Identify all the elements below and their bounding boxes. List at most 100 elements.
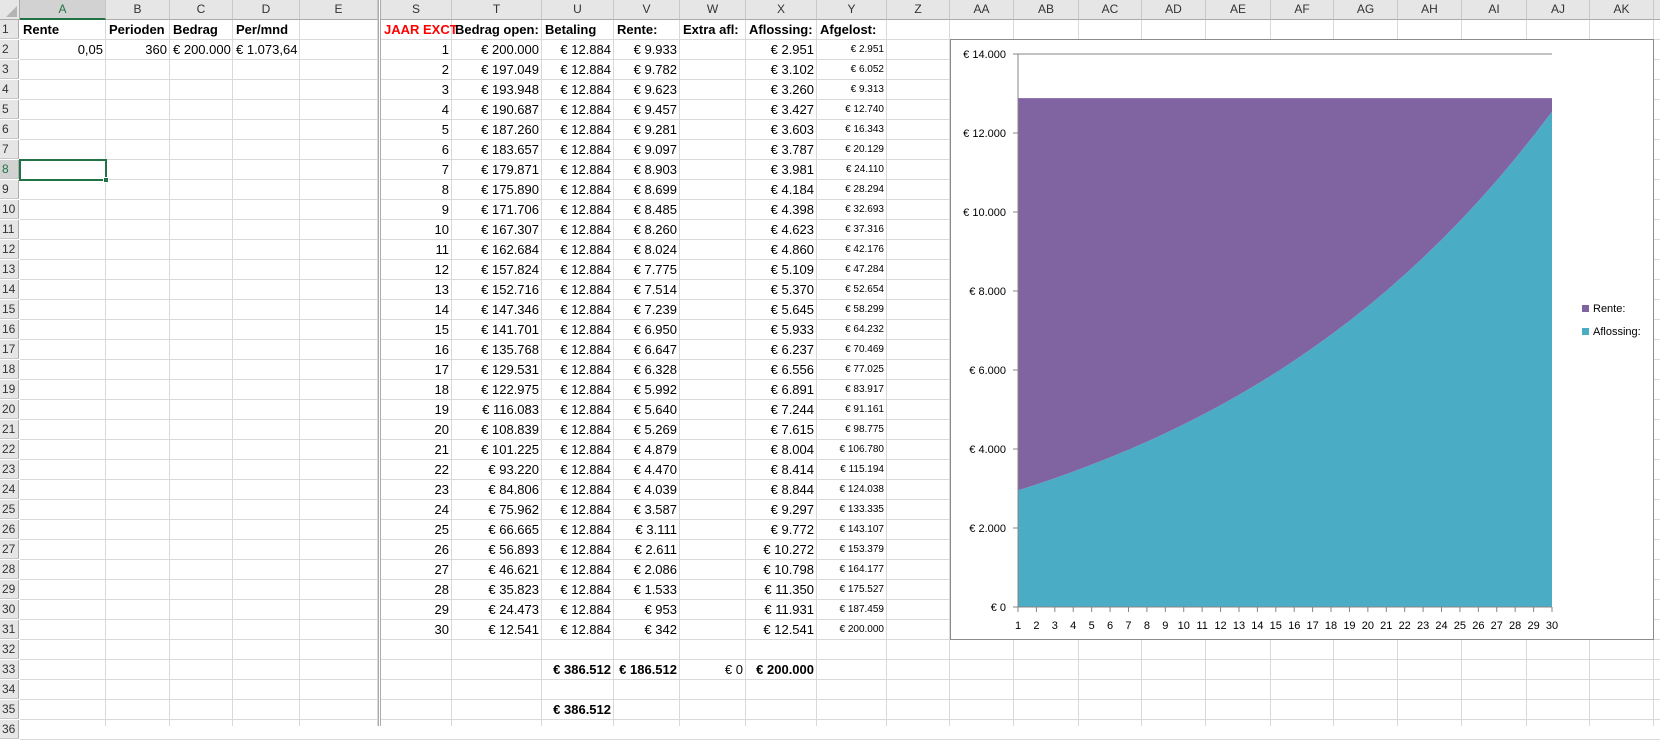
table-cell-x[interactable]: € 10.272 (746, 540, 817, 560)
table-cell-y[interactable]: € 9.313 (817, 80, 887, 100)
table-cell-x[interactable]: € 3.102 (746, 60, 817, 80)
table-cell-u[interactable]: € 12.884 (542, 220, 614, 240)
row-header-4[interactable]: 4 (0, 80, 19, 99)
total-aflossing[interactable]: € 200.000 (746, 660, 817, 680)
row-header-22[interactable]: 22 (0, 440, 19, 459)
table-cell-u[interactable]: € 12.884 (542, 340, 614, 360)
column-header-ac[interactable]: AC (1079, 0, 1142, 20)
table-cell-y[interactable]: € 64.232 (817, 320, 887, 340)
column-header-a[interactable]: A (20, 0, 106, 20)
table-cell-u[interactable]: € 12.884 (542, 300, 614, 320)
table-cell-s[interactable]: 6 (381, 140, 452, 160)
table-cell-t[interactable]: € 179.871 (452, 160, 542, 180)
table-cell-s[interactable]: 28 (381, 580, 452, 600)
row-header-25[interactable]: 25 (0, 500, 19, 519)
table-cell-v[interactable]: € 4.039 (614, 480, 680, 500)
table-header-x[interactable]: Aflossing: (746, 20, 817, 40)
table-cell-t[interactable]: € 12.541 (452, 620, 542, 640)
selected-cell-a8[interactable] (19, 159, 107, 181)
column-header-aa[interactable]: AA (950, 0, 1014, 20)
table-cell-u[interactable]: € 12.884 (542, 100, 614, 120)
table-cell-x[interactable]: € 10.798 (746, 560, 817, 580)
table-cell-s[interactable]: 25 (381, 520, 452, 540)
row-header-12[interactable]: 12 (0, 240, 19, 259)
table-cell-v[interactable]: € 8.260 (614, 220, 680, 240)
table-cell-t[interactable]: € 129.531 (452, 360, 542, 380)
table-cell-v[interactable]: € 9.933 (614, 40, 680, 60)
input-value-d[interactable]: € 1.073,64 (233, 40, 300, 60)
row-header-34[interactable]: 34 (0, 680, 19, 699)
table-cell-x[interactable]: € 3.427 (746, 100, 817, 120)
column-header-c[interactable]: C (170, 0, 233, 20)
table-cell-y[interactable]: € 20.129 (817, 140, 887, 160)
table-cell-t[interactable]: € 147.346 (452, 300, 542, 320)
table-cell-x[interactable]: € 4.623 (746, 220, 817, 240)
table-cell-y[interactable]: € 115.194 (817, 460, 887, 480)
table-cell-x[interactable]: € 3.787 (746, 140, 817, 160)
table-cell-u[interactable]: € 12.884 (542, 280, 614, 300)
column-header-ab[interactable]: AB (1014, 0, 1079, 20)
table-cell-y[interactable]: € 98.775 (817, 420, 887, 440)
table-cell-s[interactable]: 22 (381, 460, 452, 480)
input-header-d[interactable]: Per/mnd (233, 20, 300, 40)
table-cell-s[interactable]: 30 (381, 620, 452, 640)
row-header-9[interactable]: 9 (0, 180, 19, 199)
table-cell-t[interactable]: € 141.701 (452, 320, 542, 340)
table-cell-s[interactable]: 4 (381, 100, 452, 120)
table-cell-y[interactable]: € 2.951 (817, 40, 887, 60)
table-cell-u[interactable]: € 12.884 (542, 60, 614, 80)
table-cell-x[interactable]: € 4.860 (746, 240, 817, 260)
row-header-23[interactable]: 23 (0, 460, 19, 479)
table-cell-t[interactable]: € 75.962 (452, 500, 542, 520)
table-header-v[interactable]: Rente: (614, 20, 680, 40)
table-cell-u[interactable]: € 12.884 (542, 40, 614, 60)
table-cell-v[interactable]: € 2.086 (614, 560, 680, 580)
table-cell-v[interactable]: € 3.587 (614, 500, 680, 520)
table-cell-t[interactable]: € 162.684 (452, 240, 542, 260)
table-cell-s[interactable]: 24 (381, 500, 452, 520)
table-header-s[interactable]: JAAR EXCT (381, 20, 458, 40)
table-cell-x[interactable]: € 5.370 (746, 280, 817, 300)
table-cell-x[interactable]: € 12.541 (746, 620, 817, 640)
table-cell-v[interactable]: € 6.647 (614, 340, 680, 360)
table-cell-s[interactable]: 21 (381, 440, 452, 460)
input-header-a[interactable]: Rente (20, 20, 106, 40)
table-cell-s[interactable]: 12 (381, 260, 452, 280)
table-cell-y[interactable]: € 200.000 (817, 620, 887, 640)
row-header-17[interactable]: 17 (0, 340, 19, 359)
row-header-6[interactable]: 6 (0, 120, 19, 139)
column-header-ae[interactable]: AE (1206, 0, 1271, 20)
table-cell-v[interactable]: € 6.328 (614, 360, 680, 380)
table-cell-x[interactable]: € 5.933 (746, 320, 817, 340)
table-cell-x[interactable]: € 6.556 (746, 360, 817, 380)
table-cell-x[interactable]: € 3.981 (746, 160, 817, 180)
table-cell-x[interactable]: € 6.237 (746, 340, 817, 360)
row-header-2[interactable]: 2 (0, 40, 19, 59)
table-header-t[interactable]: Bedrag open: (452, 20, 542, 40)
table-cell-y[interactable]: € 24.110 (817, 160, 887, 180)
table-cell-u[interactable]: € 12.884 (542, 500, 614, 520)
table-cell-x[interactable]: € 7.244 (746, 400, 817, 420)
table-cell-u[interactable]: € 12.884 (542, 200, 614, 220)
column-header-u[interactable]: U (542, 0, 614, 20)
table-cell-v[interactable]: € 953 (614, 600, 680, 620)
table-cell-t[interactable]: € 108.839 (452, 420, 542, 440)
table-cell-x[interactable]: € 5.645 (746, 300, 817, 320)
table-cell-t[interactable]: € 84.806 (452, 480, 542, 500)
table-cell-x[interactable]: € 8.844 (746, 480, 817, 500)
table-cell-u[interactable]: € 12.884 (542, 240, 614, 260)
table-cell-u[interactable]: € 12.884 (542, 480, 614, 500)
table-cell-s[interactable]: 1 (381, 40, 452, 60)
table-cell-t[interactable]: € 35.823 (452, 580, 542, 600)
fill-handle[interactable] (103, 177, 109, 183)
row-header-8[interactable]: 8 (0, 160, 19, 179)
table-cell-v[interactable]: € 9.457 (614, 100, 680, 120)
total-rente[interactable]: € 186.512 (614, 660, 680, 680)
total-betaling-check[interactable]: € 386.512 (542, 700, 614, 720)
table-cell-t[interactable]: € 56.893 (452, 540, 542, 560)
table-cell-s[interactable]: 19 (381, 400, 452, 420)
input-header-c[interactable]: Bedrag (170, 20, 233, 40)
table-cell-t[interactable]: € 66.665 (452, 520, 542, 540)
row-header-16[interactable]: 16 (0, 320, 19, 339)
input-value-a[interactable]: 0,05 (20, 40, 106, 60)
